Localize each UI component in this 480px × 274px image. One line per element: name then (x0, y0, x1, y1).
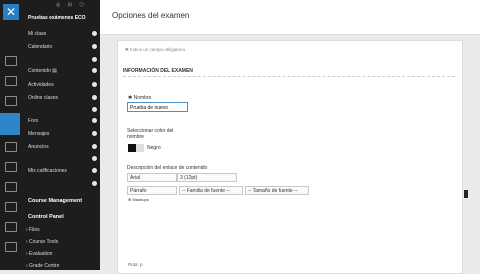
messages-icon[interactable] (5, 182, 17, 192)
course-menu: ◎ ⊟ ⬡ Pruebas exámenes ECO Mi clase Cale… (20, 0, 100, 270)
courses-icon[interactable] (0, 113, 20, 135)
menu-dot[interactable] (92, 144, 97, 149)
color-swatch[interactable] (128, 144, 136, 152)
grades-icon[interactable] (5, 202, 17, 212)
menu-dot[interactable] (92, 181, 97, 186)
close-icon[interactable]: ✕ (3, 4, 19, 20)
size-select[interactable]: 3 (12pt) (177, 173, 237, 182)
menu-dot[interactable] (92, 131, 97, 136)
menu-dot[interactable] (92, 82, 97, 87)
font-family-select[interactable]: -- Familia de fuente -- (179, 186, 243, 195)
tools-icon[interactable] (5, 222, 17, 232)
cp-files[interactable]: › Files (26, 227, 40, 233)
name-label: ✱ Nombre (128, 95, 152, 101)
menu-dot[interactable] (92, 68, 97, 73)
menu-item-mi-clase[interactable]: Mi clase (28, 31, 46, 37)
course-management-heading: Course Management (28, 198, 83, 204)
mashups-button[interactable]: ⊕ Mashups (128, 197, 149, 202)
menu-dot[interactable] (92, 107, 97, 112)
globe-icon[interactable] (5, 96, 17, 106)
menu-item-contenido[interactable]: Contenido ▤ (28, 68, 57, 74)
exam-options-form: ✱ Indica un campo obligatorio. INFORMACI… (117, 40, 463, 274)
course-title[interactable]: Pruebas exámenes ECO (28, 15, 86, 21)
font-size-select[interactable]: -- Tamaño de fuente -- (245, 186, 309, 195)
menu-item-anuncios[interactable]: Anuncios (28, 144, 49, 150)
editor-path: Ruta: p (128, 262, 143, 267)
organizations-icon[interactable] (5, 142, 17, 152)
menu-item-foro[interactable]: Foro (28, 118, 38, 124)
menu-dot[interactable] (92, 31, 97, 36)
section-heading: INFORMACIÓN DEL EXAMEN (123, 68, 193, 74)
cp-grade-centre[interactable]: › Grade Centre (26, 263, 59, 269)
description-label: Descripción del enlace de contenido (127, 165, 208, 171)
name-input[interactable]: Prueba de nuevo (127, 102, 188, 112)
cp-course-tools[interactable]: › Course Tools (26, 239, 58, 245)
menu-dot[interactable] (92, 57, 97, 62)
menu-tools-icons[interactable]: ◎ ⊟ ⬡ (56, 2, 87, 8)
control-panel-heading[interactable]: Control Panel (28, 214, 64, 220)
page-header: Opciones del examen (100, 0, 480, 35)
font-select[interactable]: Arial (127, 173, 177, 182)
calendar-icon[interactable] (5, 162, 17, 172)
logout-icon[interactable] (5, 242, 17, 252)
required-note: ✱ Indica un campo obligatorio. (125, 47, 187, 52)
menu-dot[interactable] (92, 168, 97, 173)
mouse-cursor (464, 190, 468, 198)
paragraph-select[interactable]: Párrafo (127, 186, 177, 195)
color-name: Negro (147, 145, 161, 151)
menu-dot[interactable] (92, 95, 97, 100)
menu-dot[interactable] (92, 44, 97, 49)
color-picker-button[interactable] (136, 144, 144, 152)
menu-item-calendario[interactable]: Calendario (28, 44, 52, 50)
menu-item-mensajes[interactable]: Mensajes (28, 131, 49, 137)
cp-evaluation[interactable]: › Evaluation (26, 251, 52, 257)
color-label: Seleccionar color del nombre (127, 128, 174, 140)
menu-item-mis-calificaciones[interactable]: Mis calificaciones (28, 168, 67, 174)
icon-rail: ✕ (0, 0, 20, 270)
menu-dot[interactable] (92, 156, 97, 161)
menu-item-online-clases[interactable]: Online clases (28, 95, 58, 101)
divider (123, 76, 455, 77)
menu-item-actividades[interactable]: Actividades (28, 82, 54, 88)
menu-dot[interactable] (92, 118, 97, 123)
profile-icon[interactable] (5, 76, 17, 86)
page-title: Opciones del examen (112, 11, 190, 20)
institution-icon[interactable] (5, 56, 17, 66)
